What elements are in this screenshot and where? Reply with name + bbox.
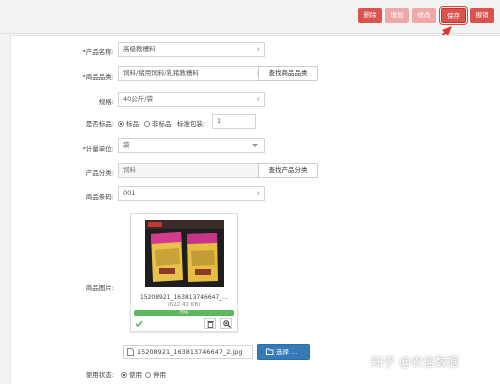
- product-bags-image: [145, 220, 224, 287]
- file-path-input[interactable]: 15208921_163813746647_2.jpg: [123, 345, 253, 359]
- cancel-button[interactable]: 撤销: [470, 8, 494, 23]
- unit-value: 袋: [123, 141, 130, 149]
- upload-progress: 完成: [134, 310, 234, 316]
- radio-icon: [121, 372, 127, 378]
- category-label: *商品品类:: [82, 73, 114, 81]
- standard-label: 是否标品:: [85, 120, 114, 128]
- image-filename: 15208921_163813746647_...: [139, 294, 229, 301]
- watermark: 知乎 @农信数据: [371, 355, 459, 369]
- file-icon: [127, 348, 134, 356]
- trash-icon: [207, 321, 214, 328]
- unit-label: *计量单位:: [82, 145, 114, 153]
- zoom-icon: [223, 320, 231, 328]
- barcode-value: 001: [123, 189, 136, 197]
- spec-label: 规格:: [98, 98, 114, 106]
- zoom-image-button[interactable]: [220, 318, 232, 329]
- radio-standard-label: 标品: [126, 120, 139, 128]
- radio-status-off[interactable]: 停用: [145, 369, 166, 379]
- chevron-down-icon: [252, 144, 258, 147]
- edit-button[interactable]: 修改: [412, 8, 436, 23]
- unit-select[interactable]: 袋: [118, 138, 265, 153]
- product-name-input[interactable]: 高级教槽料 x: [118, 42, 265, 57]
- add-button[interactable]: 增加: [385, 8, 409, 23]
- image-label: 商品图片:: [85, 284, 114, 292]
- radio-icon: [118, 121, 124, 127]
- radio-on-label: 使用: [129, 371, 142, 379]
- radio-icon: [144, 121, 150, 127]
- category-value: 饲料/猪用饲料/乳猪教槽料: [123, 69, 199, 77]
- barcode-label: 商品条码:: [85, 193, 114, 201]
- folder-open-icon: [266, 348, 274, 355]
- image-preview-card: 15208921_163813746647_... (622.42 KB) 完成: [130, 213, 238, 332]
- product-class-label: 产品分类:: [85, 169, 114, 177]
- delete-button[interactable]: 删除: [358, 8, 382, 23]
- upload-progress-fill: 完成: [134, 310, 234, 316]
- product-thumbnail: [145, 220, 224, 287]
- save-button[interactable]: 保存: [439, 6, 468, 25]
- spec-value: 40公斤/袋: [123, 95, 153, 103]
- clear-icon[interactable]: x: [256, 43, 260, 56]
- radio-off-label: 停用: [153, 371, 166, 379]
- form-panel: *产品名称: 高级教槽料 x *商品品类: 饲料/猪用饲料/乳猪教槽料 x 查找…: [10, 35, 500, 384]
- clear-icon[interactable]: x: [256, 93, 260, 106]
- product-class-input[interactable]: 饲料: [118, 163, 265, 178]
- pack-label: 标准包装:: [177, 120, 206, 128]
- browse-button-label: 选择 ...: [276, 348, 298, 356]
- status-label: 使用状态:: [85, 371, 114, 379]
- category-input[interactable]: 饲料/猪用饲料/乳猪教槽料 x: [118, 66, 265, 81]
- check-icon: [135, 320, 143, 328]
- file-path-value: 15208921_163813746647_2.jpg: [137, 348, 243, 356]
- radio-icon: [145, 372, 151, 378]
- clear-icon[interactable]: x: [256, 187, 260, 200]
- find-class-button[interactable]: 查找产品分类: [258, 163, 318, 178]
- find-category-button[interactable]: 查找商品品类: [258, 66, 318, 81]
- radio-standard[interactable]: 标品: [118, 118, 139, 128]
- product-class-value: 饲料: [123, 166, 136, 174]
- product-name-label: *产品名称:: [82, 48, 114, 56]
- spec-input[interactable]: 40公斤/袋 x: [118, 92, 265, 107]
- delete-image-button[interactable]: [204, 318, 216, 329]
- radio-nonstandard[interactable]: 非标品: [144, 118, 172, 128]
- browse-button[interactable]: 选择 ...: [257, 344, 310, 360]
- image-filesize: (622.42 KB): [167, 302, 201, 308]
- pack-input[interactable]: 1: [212, 114, 256, 129]
- radio-nonstandard-label: 非标品: [152, 120, 172, 128]
- product-name-value: 高级教槽料: [123, 45, 156, 53]
- barcode-input[interactable]: 001 x: [118, 186, 265, 201]
- pack-value: 1: [217, 117, 222, 125]
- radio-status-on[interactable]: 使用: [121, 369, 142, 379]
